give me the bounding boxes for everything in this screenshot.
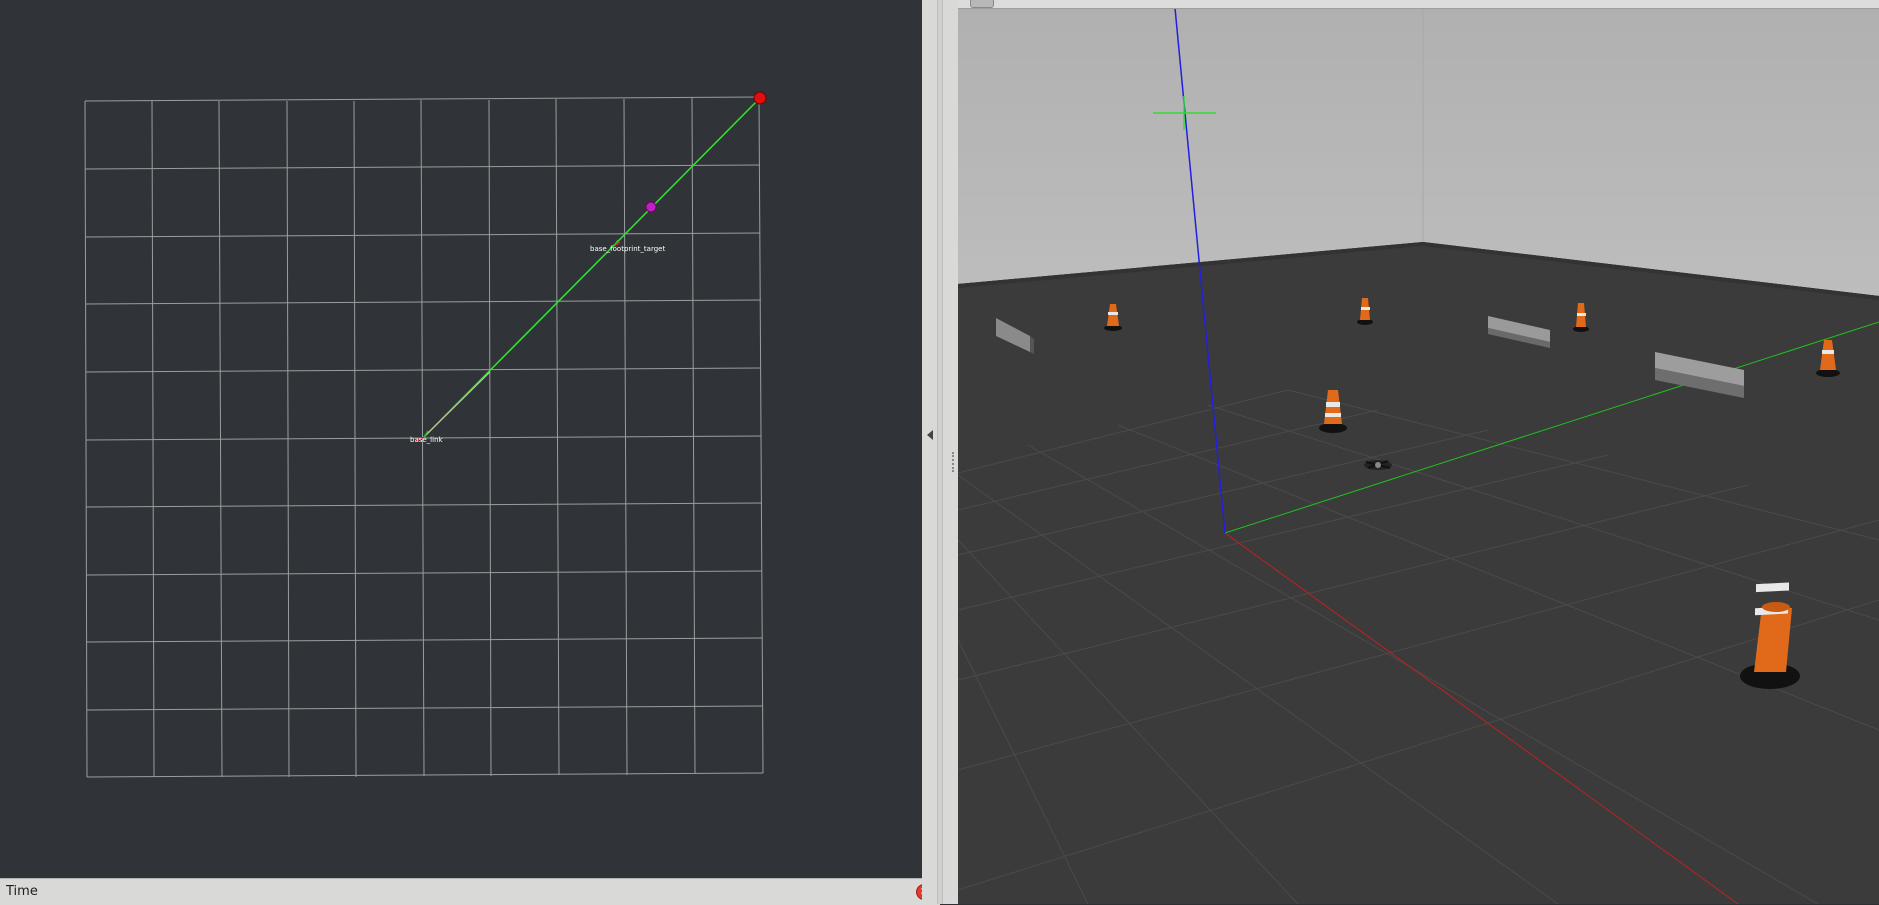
gazebo-scene[interactable] xyxy=(958,0,1879,904)
rviz-scene[interactable] xyxy=(0,0,922,878)
planned-path xyxy=(423,97,761,438)
time-panel-title: Time xyxy=(6,884,38,899)
grip-icon xyxy=(952,452,956,472)
gazebo-3d-view[interactable] xyxy=(958,0,1879,904)
toolbar-button[interactable] xyxy=(970,0,994,8)
path-start-segment xyxy=(423,371,491,438)
tf-label-target: base_footprint_target xyxy=(590,245,666,253)
waypoint-marker[interactable] xyxy=(645,201,657,213)
gazebo-toolbar xyxy=(958,0,1879,9)
triangle-left-icon[interactable] xyxy=(927,430,933,440)
tf-label-origin: base_link xyxy=(410,436,443,444)
time-panel-header[interactable]: Time × xyxy=(0,878,940,905)
panel-splitter[interactable] xyxy=(922,0,958,904)
goal-marker[interactable] xyxy=(753,91,767,105)
quadcopter-model xyxy=(1364,460,1392,470)
splitter-handle[interactable] xyxy=(937,0,943,904)
rviz-render-panel[interactable]: base_footprint_target base_link xyxy=(0,0,922,878)
